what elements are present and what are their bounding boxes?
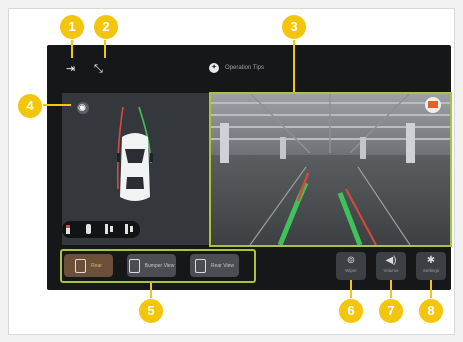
callout-3: 3 xyxy=(281,14,307,40)
lightbulb-icon: ✦ xyxy=(209,63,219,73)
volume-label: Volume xyxy=(383,268,399,273)
camera-view-icon xyxy=(128,258,140,273)
operation-tips-label: Operation Tips xyxy=(225,65,265,71)
view-button-label: Rear xyxy=(91,262,102,269)
volume-icon: ◀) xyxy=(385,255,397,266)
callout-5: 5 xyxy=(138,298,164,324)
view-toggle-icon[interactable]: ◉ xyxy=(78,102,86,113)
callout-stem xyxy=(293,38,295,92)
operation-tips[interactable]: ✦ Operation Tips xyxy=(209,63,264,73)
wiper-label: Wiper xyxy=(345,268,357,273)
wiper-button[interactable]: ⊚ Wiper xyxy=(336,252,366,280)
car-top-view xyxy=(117,133,153,201)
view-button-label: Bumper View xyxy=(144,262,175,269)
view-button-label: Rear View xyxy=(211,262,234,269)
view-button-rear-view[interactable]: Rear View xyxy=(190,254,239,277)
settings-button[interactable]: ✱ Settings xyxy=(416,252,446,280)
surround-view-graphic xyxy=(62,93,209,245)
callout-8: 8 xyxy=(418,298,444,324)
settings-label: Settings xyxy=(422,268,440,273)
rear-camera-view xyxy=(210,93,450,245)
callout-2: 2 xyxy=(93,14,119,40)
view-button-rear[interactable]: Rear xyxy=(64,254,113,277)
camera-view-icon xyxy=(75,258,87,273)
callout-stem xyxy=(350,280,352,300)
steering-wheel-icon: ⊚ xyxy=(346,255,356,266)
volume-button[interactable]: ◀) Volume xyxy=(376,252,406,280)
callout-stem xyxy=(41,104,71,106)
callout-4: 4 xyxy=(17,93,43,119)
settings-icon: ✱ xyxy=(426,255,436,266)
callout-stem xyxy=(390,280,392,300)
surround-view-panel xyxy=(62,93,209,245)
view-button-bumper[interactable]: Bumper View xyxy=(127,254,176,277)
callout-6: 6 xyxy=(338,298,364,324)
callout-1: 1 xyxy=(59,14,85,40)
camera-view-icon xyxy=(195,258,206,273)
callout-stem xyxy=(430,280,432,300)
rear-camera-image xyxy=(210,93,450,245)
callout-7: 7 xyxy=(378,298,404,324)
exit-icon[interactable]: ⇥ xyxy=(66,64,75,75)
callout-stem xyxy=(150,283,152,299)
minimize-icon[interactable]: ⤡ xyxy=(94,64,103,75)
